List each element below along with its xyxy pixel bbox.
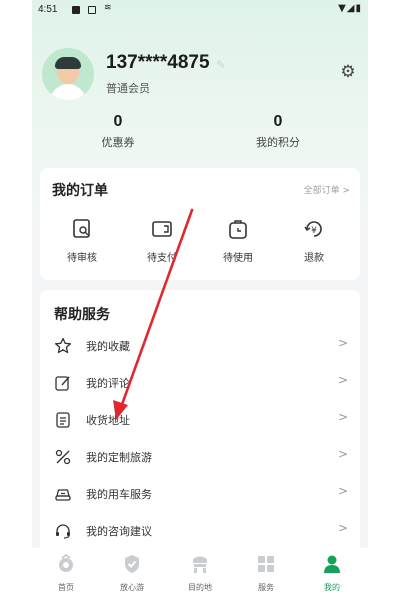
order-pending-use-label: 待使用 <box>223 253 253 264</box>
help-item-consult-label: 我的咨询建议 <box>86 525 152 538</box>
service-grid-icon <box>256 554 276 574</box>
help-item-favorites-label: 我的收藏 <box>86 340 130 353</box>
member-level: 普通会员 <box>106 82 150 95</box>
help-item-favorites[interactable]: 我的收藏 > <box>40 328 360 365</box>
coupon-label: 优惠券 <box>101 136 135 149</box>
user-phone[interactable]: 137****4875 <box>106 52 210 74</box>
pending-use-icon <box>227 218 249 240</box>
chevron-right-icon: > <box>337 410 348 424</box>
tab-mine-label: 我的 <box>324 583 340 592</box>
custom-travel-icon <box>54 448 72 466</box>
tab-services-label: 服务 <box>258 583 274 592</box>
coupon-stat[interactable]: 0 优惠券 <box>78 113 158 150</box>
help-item-address[interactable]: 收货地址 > <box>40 402 360 439</box>
destination-icon <box>190 554 210 574</box>
signal-wave-icon: ≋ <box>104 3 112 13</box>
order-refund[interactable]: ¥ 退款 <box>286 218 342 264</box>
help-item-comments-label: 我的评论 <box>86 377 130 390</box>
home-icon <box>56 553 76 574</box>
help-card: 帮助服务 我的收藏 > 我的评论 > 收货地址 > 我的定制旅游 > 我的用车服… <box>40 290 360 552</box>
status-bar: 4:51 ≋ ▼◢▮ <box>32 0 368 22</box>
profile-icon <box>322 554 342 574</box>
help-item-car-service[interactable]: 我的用车服务 > <box>40 476 360 513</box>
tab-destination-label: 目的地 <box>188 583 212 592</box>
help-title: 帮助服务 <box>54 307 110 323</box>
help-item-address-label: 收货地址 <box>86 414 130 427</box>
chevron-right-icon: > <box>337 484 348 498</box>
chevron-right-icon: > <box>337 447 348 461</box>
order-refund-label: 退款 <box>304 253 324 264</box>
headset-icon <box>54 522 72 540</box>
pending-review-icon <box>71 218 93 240</box>
order-pending-payment[interactable]: 待支付 <box>134 218 190 264</box>
chevron-right-icon: > <box>337 521 348 535</box>
car-service-icon <box>54 485 72 503</box>
status-time: 4:51 <box>38 4 58 15</box>
points-count: 0 <box>273 113 283 130</box>
bottom-tab-bar: 首页 放心游 目的地 服务 我的 <box>32 548 368 600</box>
tab-home-label: 首页 <box>58 583 74 592</box>
order-pending-review[interactable]: 待审核 <box>54 218 110 264</box>
notification-icon-2 <box>88 6 96 14</box>
help-item-consult[interactable]: 我的咨询建议 > <box>40 513 360 550</box>
tab-destination[interactable]: 目的地 <box>172 554 228 593</box>
tab-services[interactable]: 服务 <box>238 554 294 593</box>
help-item-custom-travel-label: 我的定制旅游 <box>86 451 152 464</box>
address-doc-icon <box>54 411 72 429</box>
star-icon <box>54 337 72 355</box>
points-label: 我的积分 <box>256 136 300 149</box>
notification-icon <box>72 6 80 14</box>
tab-home[interactable]: 首页 <box>38 553 94 593</box>
tab-worry-free-label: 放心游 <box>120 583 144 592</box>
pending-payment-icon <box>151 218 173 240</box>
tab-mine[interactable]: 我的 <box>304 554 360 593</box>
order-pending-review-label: 待审核 <box>67 253 97 264</box>
refund-icon: ¥ <box>303 218 325 240</box>
tab-worry-free[interactable]: 放心游 <box>104 554 160 593</box>
order-pending-payment-label: 待支付 <box>147 253 177 264</box>
order-pending-use[interactable]: 待使用 <box>210 218 266 264</box>
coupon-count: 0 <box>113 113 123 130</box>
comment-edit-icon <box>54 374 72 392</box>
edit-profile-icon[interactable]: ✎ <box>216 58 226 72</box>
all-orders-link[interactable]: 全部订单 > <box>304 183 350 196</box>
orders-card: 我的订单 全部订单 > 待审核 待支付 待使用 ¥ 退款 <box>40 168 360 280</box>
help-item-custom-travel[interactable]: 我的定制旅游 > <box>40 439 360 476</box>
help-item-car-service-label: 我的用车服务 <box>86 488 152 501</box>
svg-text:¥: ¥ <box>311 226 317 236</box>
settings-icon[interactable]: ⚙ <box>338 62 358 82</box>
chevron-right-icon: > <box>337 336 348 350</box>
avatar[interactable] <box>42 48 94 100</box>
help-item-comments[interactable]: 我的评论 > <box>40 365 360 402</box>
orders-title: 我的订单 <box>52 183 108 199</box>
app-screen: 4:51 ≋ ▼◢▮ 137****4875 ✎ 普通会员 ⚙ 0 优惠券 0 … <box>32 0 368 600</box>
status-icons: ▼◢▮ <box>338 3 362 14</box>
shield-check-icon <box>122 554 142 574</box>
points-stat[interactable]: 0 我的积分 <box>238 113 318 150</box>
chevron-right-icon: > <box>337 373 348 387</box>
